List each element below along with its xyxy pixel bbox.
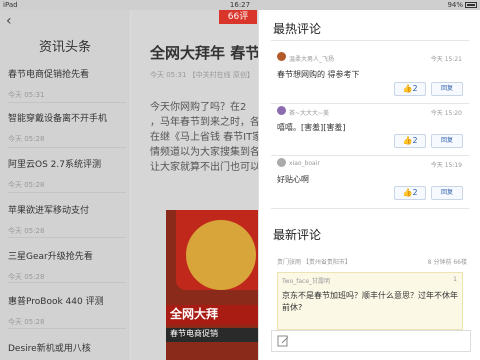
like-button[interactable]: 👍2	[394, 82, 426, 96]
quote-floor: 1	[453, 276, 457, 283]
thumbs-up-icon: 👍	[402, 136, 413, 145]
sidebar-item[interactable]: 春节电商促销抢先看 今天 05:31	[8, 67, 128, 100]
hot-comments-title: 最热评论	[273, 22, 322, 36]
news-sidebar: ‹ 资讯头条 春节电商促销抢先看 今天 05:31 智能穿戴设备离不开手机 今天 0…	[0, 10, 130, 360]
like-button[interactable]: 👍2	[394, 134, 426, 148]
quote-text: 京东不是春节加班吗？顺丰什么意思？过年不休年前休?	[282, 291, 458, 312]
comment-time: 今天 15:20	[430, 110, 462, 117]
clock: 16:27	[229, 1, 251, 9]
battery-indicator: 94%	[447, 1, 477, 9]
sidebar-item[interactable]: 苹果欲进军移动支付 今天 05:28	[8, 203, 128, 236]
comment-count-button[interactable]: 66评	[219, 10, 257, 24]
comment-username: xiao_boair	[289, 160, 320, 167]
comment-time: 今天 15:19	[430, 162, 462, 169]
comment-text: 嘻嘻。[害羞][害羞]	[277, 123, 346, 132]
latest-comments-title: 最新评论	[273, 228, 322, 242]
avatar	[277, 52, 286, 61]
sidebar-item[interactable]: 智能穿戴设备离不开手机 今天 05:28	[8, 111, 128, 144]
article-body: 今天你网购了吗？在2 ，马年春节到来之时，各大 在继《马上省钱 春节IT家 情频…	[150, 102, 258, 173]
sidebar-item[interactable]: 三星Gear升级抢先看 今天 05:28	[8, 249, 128, 282]
reply-button[interactable]: 回复	[431, 186, 463, 200]
like-button[interactable]: 👍2	[394, 186, 426, 200]
comment-username: 温柔大男人_飞扬	[289, 56, 335, 63]
avatar	[277, 158, 286, 167]
quoted-comment: Two_face_甘露明 1 京东不是春节加班吗？顺丰什么意思？过年不休年前休?	[277, 272, 463, 330]
article-view: 全网大拜年 春节 今天 05:31 【中关村在线 原创】 今天你网购了吗？在2 …	[131, 10, 258, 360]
reply-button[interactable]: 回复	[431, 82, 463, 96]
sidebar-title: 资讯头条	[38, 40, 91, 55]
article-meta: 今天 05:31 【中关村在线 原创】	[150, 71, 254, 79]
latest-comment-meta: 贵门张雨 【贵州省贵阳市】 8 分钟前 66楼	[277, 259, 467, 266]
article-title: 全网大拜年 春节	[150, 44, 258, 62]
quote-username: Two_face_甘露明	[282, 278, 331, 285]
status-bar: iPad 16:27 94%	[0, 0, 480, 10]
comment-username: 茶~大大大~美	[289, 110, 330, 117]
comment-text: 好贴心啊	[277, 175, 309, 184]
back-icon[interactable]: ‹	[6, 13, 12, 29]
sidebar-item[interactable]: 惠普ProBook 440 评测 今天 05:28	[8, 294, 128, 327]
battery-icon	[465, 2, 477, 8]
sidebar-item[interactable]: 阿里云OS 2.7系统评测 今天 05:28	[8, 157, 128, 190]
comments-panel: 最热评论 温柔大男人_飞扬 今天 15:21 春节想网购的 得参考下 👍2 回复…	[258, 10, 480, 360]
sidebar-item[interactable]: Desire新机或用八核	[8, 341, 128, 354]
comment-input[interactable]	[271, 330, 471, 352]
comment-time: 今天 15:21	[430, 56, 462, 63]
thumbs-up-icon: 👍	[402, 84, 413, 93]
article-image: 全网大拜 春节电商促销	[166, 210, 258, 360]
avatar	[277, 106, 286, 115]
thumbs-up-icon: 👍	[402, 188, 413, 197]
pencil-icon	[277, 335, 289, 347]
reply-button[interactable]: 回复	[431, 134, 463, 148]
comment-text: 春节想网购的 得参考下	[277, 70, 360, 79]
